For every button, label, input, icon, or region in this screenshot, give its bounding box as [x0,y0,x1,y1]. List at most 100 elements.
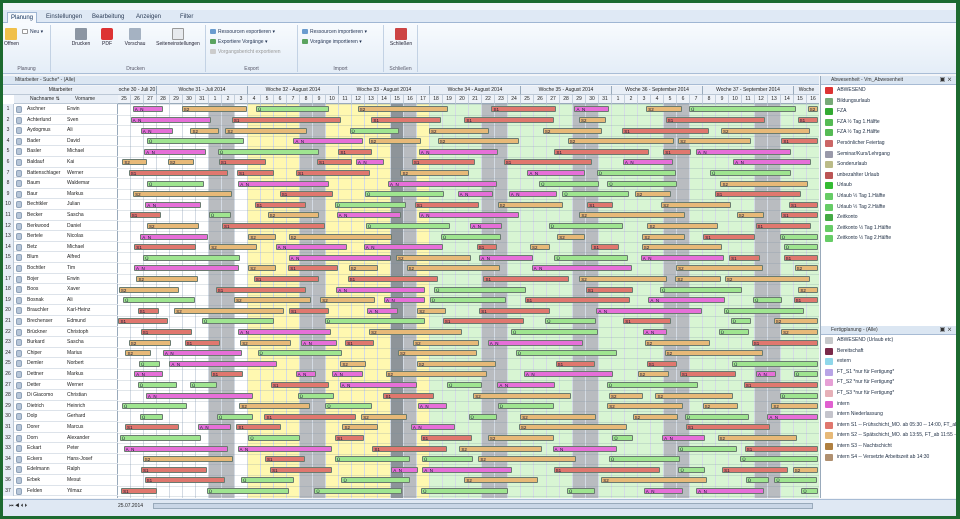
shift-item[interactable]: intern Niederlassung [821,409,956,420]
horizontal-scrollbar[interactable] [153,503,813,509]
employee-row[interactable]: 12 Berkwood Daniel [3,220,118,232]
import-tasks-button[interactable]: Vorgänge importieren ▾ [302,39,362,45]
schedule-bar[interactable]: A_N [367,307,398,314]
employee-row[interactable]: 5 Basler Michael [3,146,118,157]
absence-item[interactable]: Urlaub ½ Tag 1.Hälfte [821,191,956,202]
schedule-bar[interactable]: Ü [774,477,817,484]
schedule-bar[interactable]: S1 [503,159,592,166]
schedule-bar[interactable]: A_N [695,148,791,155]
employee-row[interactable]: 30 Dolp Gerhard [3,411,118,422]
employee-row[interactable]: 6 Baldauf Kai [3,157,118,168]
employee-row[interactable]: 20 Brauchler Karl-Heinz [3,305,118,316]
page-setup-button[interactable]: Seiteneinstellungen [152,28,204,47]
employee-row[interactable]: 34 Eckers Hans-Josef [3,453,118,465]
day-header[interactable]: 1 [209,95,222,104]
employee-row[interactable]: 16 Bochtler Tim [3,263,118,274]
day-header[interactable]: 27 [144,95,157,104]
schedule-bar[interactable]: Ü [718,328,749,335]
schedule-bar[interactable]: S2 [487,434,555,441]
schedule-bar[interactable]: Ü [217,148,319,155]
schedule-bar[interactable]: A_N [301,339,337,346]
day-header[interactable]: 13 [365,95,378,104]
schedule-bar[interactable]: Ü [779,233,818,240]
employee-row[interactable]: 13 Bertele Nicolas [3,231,118,242]
schedule-bar[interactable]: A_N [355,159,384,166]
schedule-bar[interactable]: Ü [660,286,743,293]
absence-item[interactable]: Zeitkonto ½ Tag 2.Hälfte [821,233,956,244]
schedule-bar[interactable]: S1 [646,360,678,367]
schedule-bar[interactable]: Ü [515,350,618,357]
schedule-bar[interactable]: S1 [729,254,761,261]
day-header[interactable]: 7 [690,95,703,104]
day-header[interactable]: 15 [794,95,807,104]
day-header[interactable]: 29 [170,95,183,104]
schedule-bar[interactable]: S2 [288,233,392,240]
schedule-bar[interactable]: Ü [217,413,253,420]
schedule-bar[interactable]: S2 [781,328,818,335]
schedule-bar[interactable]: S1 [685,424,770,431]
schedule-bar[interactable]: A_N [622,159,674,166]
schedule-bar[interactable]: Ü [325,403,372,410]
schedule-bar[interactable]: S2 [473,392,571,399]
schedule-bar[interactable]: S1 [254,201,306,208]
schedule-bar[interactable]: A_N [733,159,811,166]
day-header[interactable]: 30 [586,95,599,104]
schedule-bar[interactable]: A_N [417,403,447,410]
schedule-bar[interactable]: S1 [414,201,479,208]
schedule-bar[interactable]: S1 [751,339,818,346]
schedule-bar[interactable]: S2 [464,477,538,484]
schedule-bar[interactable]: S2 [664,350,764,357]
schedule-bar[interactable]: S2 [400,169,470,176]
day-header[interactable]: 18 [430,95,443,104]
schedule-bar[interactable]: S2 [567,138,674,145]
shift-item[interactable]: intern S1 -- Frühschicht_MO. ab 05:30 --… [821,420,956,431]
day-header[interactable]: 6 [677,95,690,104]
schedule-bar[interactable]: S2 [661,201,732,208]
schedule-bar[interactable]: S1 [793,297,818,304]
schedule-bar[interactable]: S2 [240,339,291,346]
schedule-bar[interactable]: S2 [632,413,678,420]
schedule-bar[interactable]: Ü [545,318,596,325]
schedule-bar[interactable]: S2 [406,265,501,272]
schedule-bar[interactable]: S2 [518,424,627,431]
schedule-bar[interactable]: Ü [511,328,599,335]
day-header[interactable]: 14 [781,95,794,104]
schedule-bar[interactable]: S2 [644,339,710,346]
schedule-bar[interactable]: S2 [385,371,487,378]
schedule-bar[interactable]: Ü [341,477,410,484]
new-button[interactable]: Neu ▾ [22,29,43,35]
schedule-bar[interactable]: S1 [338,148,373,155]
pdf-button[interactable]: PDF [97,28,117,47]
day-header[interactable]: 11 [742,95,755,104]
schedule-bar[interactable]: S1 [231,116,341,123]
employee-row[interactable]: 29 Dietrich Heinrich [3,400,118,412]
schedule-bar[interactable]: S1 [137,307,160,314]
schedule-bar[interactable]: Ü [607,180,678,187]
schedule-bar[interactable]: S1 [140,328,192,335]
import-resources-button[interactable]: Ressourcen importieren ▾ [302,29,367,35]
schedule-bar[interactable]: S1 [141,466,207,473]
schedule-bar[interactable]: S1 [144,477,225,484]
schedule-bar[interactable]: Ü [365,222,450,229]
shift-item[interactable]: intern S2 -- Spätschicht_MO. ab 13:55, F… [821,430,956,441]
day-header[interactable]: 24 [508,95,521,104]
day-header[interactable]: 3 [235,95,248,104]
schedule-bar[interactable]: S2 [642,233,685,240]
schedule-bar[interactable]: S2 [437,138,520,145]
schedule-bar[interactable]: Ü [324,318,426,325]
schedule-bar[interactable]: Ü [740,456,818,463]
schedule-bar[interactable]: S2 [557,233,585,240]
schedule-bar[interactable]: S1 [585,286,633,293]
schedule-bar[interactable]: Ü [334,201,406,208]
schedule-bar[interactable]: Ü [753,297,782,304]
day-header[interactable]: 6 [274,95,287,104]
schedule-bar[interactable]: A_N [523,371,613,378]
schedule-bar[interactable]: S2 [637,371,669,378]
employee-row[interactable]: 15 Blum Alfred [3,252,118,263]
employee-row[interactable]: 26 Dettner Markus [3,369,118,380]
schedule-bar[interactable]: S2 [641,244,723,251]
employee-row[interactable]: 1 Aschner Erwin [3,104,118,115]
schedule-bar[interactable]: S1 [743,381,818,388]
shift-item[interactable]: intern [821,399,956,410]
schedule-bar[interactable]: A_N [363,244,444,251]
